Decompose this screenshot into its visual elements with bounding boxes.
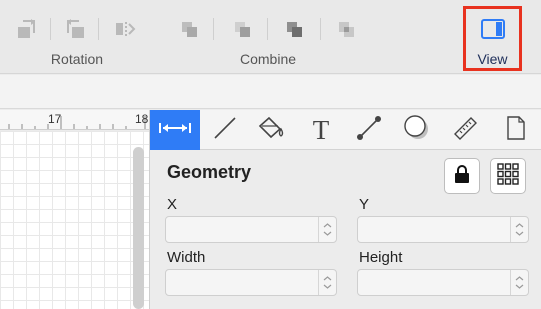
lock-icon	[454, 164, 470, 189]
width-stepper[interactable]	[318, 270, 336, 295]
rotate-right-icon[interactable]	[60, 14, 90, 44]
line-icon	[212, 115, 238, 146]
width-field[interactable]	[165, 269, 337, 296]
sidebar-toggle-icon	[481, 19, 505, 44]
document-tab[interactable]	[493, 110, 539, 150]
ruler-label-17: 17	[48, 112, 62, 126]
geometry-section-title: Geometry	[167, 162, 252, 182]
fill-tab[interactable]	[248, 110, 294, 150]
line-tab[interactable]	[202, 110, 248, 150]
document-icon	[505, 115, 527, 146]
ruler-label-18: 18	[135, 112, 149, 126]
union-icon[interactable]	[175, 14, 205, 44]
fill-bucket-icon	[256, 115, 286, 146]
view-button[interactable]: View	[463, 6, 522, 71]
y-stepper[interactable]	[510, 217, 528, 242]
shadow-tab[interactable]	[394, 110, 440, 150]
inspector-tabs: T	[150, 110, 541, 150]
width-label: Width	[167, 249, 206, 266]
x-field[interactable]	[165, 216, 337, 243]
vertical-scrollbar[interactable]	[133, 147, 144, 309]
text-tab[interactable]: T	[298, 110, 344, 150]
connection-tab[interactable]	[346, 110, 392, 150]
grid-icon	[497, 162, 519, 190]
y-label: Y	[359, 196, 370, 213]
grid-snap-button[interactable]	[490, 158, 526, 194]
height-label: Height	[359, 249, 403, 266]
horizontal-ruler: 17 18	[0, 110, 149, 130]
toolbar: Rotation Combine View	[0, 0, 541, 74]
intersect-icon[interactable]	[228, 14, 258, 44]
subtract-icon[interactable]	[280, 14, 310, 44]
format-bar	[0, 75, 541, 109]
rotation-group-label: Rotation	[50, 51, 104, 67]
x-label: X	[167, 196, 178, 213]
x-stepper[interactable]	[318, 217, 336, 242]
y-field[interactable]	[357, 216, 529, 243]
geometry-tab[interactable]	[150, 110, 200, 150]
ruler-tab[interactable]	[443, 110, 489, 150]
inspector-panel: T Geometry X Y Width Height	[149, 110, 541, 309]
flip-icon[interactable]	[110, 14, 140, 44]
connection-icon	[355, 115, 383, 146]
ruler-icon	[452, 115, 480, 146]
height-stepper[interactable]	[510, 270, 528, 295]
rotate-left-icon[interactable]	[12, 14, 42, 44]
view-label: View	[477, 51, 508, 67]
text-icon: T	[312, 114, 330, 145]
combine-group-label: Combine	[239, 51, 297, 67]
exclude-icon[interactable]	[332, 14, 362, 44]
lock-button[interactable]	[444, 158, 480, 194]
height-field[interactable]	[357, 269, 529, 296]
geometry-icon	[158, 121, 192, 140]
shadow-icon	[403, 114, 431, 146]
drawing-canvas[interactable]	[0, 131, 149, 309]
